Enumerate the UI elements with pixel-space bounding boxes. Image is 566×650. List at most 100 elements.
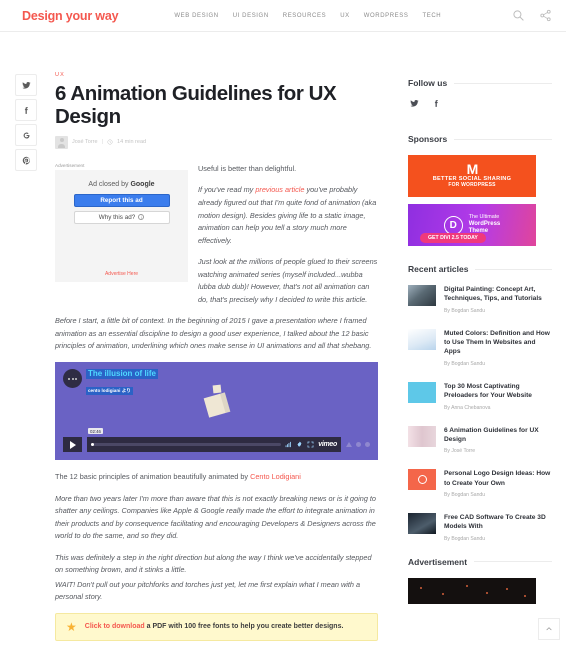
scroll-to-top-button[interactable] [538,618,560,640]
ad-closed-text: Ad closed by Google [88,181,154,188]
list-item-body: Free CAD Software To Create 3D Models Wi… [444,513,552,542]
vimeo-logo[interactable]: vimeo [318,441,337,448]
previous-article-link[interactable]: previous article [255,185,304,194]
recent-article-author: By Bogdan Sandu [444,491,486,498]
page-title: 6 Animation Guidelines for UX Design [55,82,337,128]
paragraph-3: Just look at the millions of people glue… [198,257,378,304]
more-dot-icon[interactable] [365,442,370,448]
author-name[interactable]: José Torre [72,139,98,145]
article-thumbnail [408,285,436,306]
list-item-body: 6 Animation Guidelines for UX Design By … [444,426,552,455]
twitter-icon[interactable] [410,99,419,108]
monarch-line-2: FOR WORDPRESS [448,182,496,189]
facebook-icon[interactable] [432,99,441,108]
nav-item-tech[interactable]: TECH [422,13,441,19]
list-item[interactable]: Digital Painting: Concept Art, Technique… [408,285,552,314]
vimeo-video-player[interactable]: The illusion of life cento lodigiani より … [55,362,378,461]
share-triangle-icon[interactable] [346,442,352,448]
site-header: Design your way WEB DESIGN UI DESIGN RES… [0,0,566,32]
nav-item-ux[interactable]: UX [340,13,350,19]
share-facebook-button[interactable] [15,99,37,121]
volume-icon[interactable] [285,441,292,448]
recent-article-title[interactable]: 6 Animation Guidelines for UX Design [444,426,552,445]
heading-rule [475,268,552,270]
share-icon[interactable] [539,9,552,22]
video-title[interactable]: The illusion of life [86,369,158,380]
recent-article-title[interactable]: Free CAD Software To Create 3D Models Wi… [444,513,552,532]
cube-lid-graphic [212,385,221,394]
nav-item-web-design[interactable]: WEB DESIGN [174,13,218,19]
sponsor-divi-banner[interactable]: D The Ultimate WordPress Theme GET DIVI … [408,204,536,246]
recent-article-author: By Bogdan Sandu [444,307,486,314]
sponsor-monarch-banner[interactable]: M BETTER SOCIAL SHARING FOR WORDPRESS [408,155,536,197]
nav-item-resources[interactable]: RESOURCES [283,13,326,19]
twitter-icon [21,81,31,89]
fullscreen-icon[interactable] [307,441,314,448]
video-controls: 02:46 vimeo [63,428,370,453]
list-item[interactable]: Free CAD Software To Create 3D Models Wi… [408,512,552,542]
list-item[interactable]: Personal Logo Design Ideas: How to Creat… [408,469,552,498]
site-logo[interactable]: Design your way [22,9,119,23]
cento-lodigiani-link[interactable]: Cento Lodigiani [250,472,301,481]
paragraph-2-before: If you've read my [198,185,256,195]
avatar [55,135,68,149]
sponsors-heading: Sponsors [408,134,552,144]
recent-article-title[interactable]: Personal Logo Design Ideas: How to Creat… [444,469,552,488]
play-button[interactable] [63,437,82,453]
ad-closed-prefix: Ad closed by [88,180,131,188]
article-thumbnail [408,512,436,534]
advertise-here-link[interactable]: Advertise Here [55,271,188,277]
scrubber-wrapper: 02:46 vimeo [87,428,341,453]
sponsors-title: Sponsors [408,134,448,144]
heading-rule [474,561,552,563]
video-title-badge: The illusion of life cento lodigiani より [63,369,158,397]
nav-item-wordpress[interactable]: WORDPRESS [364,13,409,19]
scrubber-bar[interactable]: vimeo [87,437,341,453]
why-this-ad-label: Why this ad? [98,213,136,221]
recent-articles-section: Recent articles Digital Painting: Concep… [408,264,552,542]
ad-label: Advertisement [55,162,85,168]
progress-track[interactable] [91,443,282,447]
share-google-plus-button[interactable] [15,124,37,146]
video-author[interactable]: cento lodigiani より [86,387,133,396]
nav-item-ui-design[interactable]: UI DESIGN [233,13,269,19]
why-this-ad-button[interactable]: Why this ad? i [73,210,170,224]
list-item[interactable]: Top 30 Most Captivating Preloaders for Y… [408,381,552,411]
search-icon[interactable] [512,9,525,22]
like-dot-icon[interactable] [356,442,361,448]
recent-article-title[interactable]: Top 30 Most Captivating Preloaders for Y… [444,382,552,401]
list-item-body: Muted Colors: Definition and How to Use … [444,329,552,367]
sidebar-ad-banner[interactable] [408,577,536,604]
article-column: UX 6 Animation Guidelines for UX Design … [52,32,400,650]
recent-article-title[interactable]: Digital Painting: Concept Art, Technique… [444,285,552,304]
recent-articles-heading: Recent articles [408,264,552,274]
heading-rule [454,138,552,140]
article-category[interactable]: UX [55,72,378,78]
ad-body: Ad closed by Google Report this ad Why t… [55,169,188,282]
social-share-rail [0,32,52,650]
article-thumbnail [408,425,436,447]
cta-link[interactable]: Click to download [85,623,145,630]
heading-rule [454,82,552,84]
google-plus-icon [23,132,29,138]
recent-article-title[interactable]: Muted Colors: Definition and How to Use … [444,329,552,357]
video-caption: The 12 basic principles of animation bea… [55,471,378,484]
share-pinterest-button[interactable] [15,149,37,171]
list-item[interactable]: 6 Animation Guidelines for UX Design By … [408,425,552,455]
info-icon: i [138,214,145,221]
recent-article-author: By Bogdan Sandu [444,535,486,542]
monarch-logo: M [466,160,479,177]
divi-cta-button[interactable]: GET DIVI 2.5 TODAY [420,233,486,243]
channel-avatar-icon [63,369,82,389]
list-item[interactable]: Muted Colors: Definition and How to Use … [408,328,552,367]
intro-text: Useful is better than delightful. If you… [198,163,378,315]
caption-before: The 12 basic principles of animation bea… [55,472,251,482]
settings-gear-icon[interactable] [296,441,303,448]
download-cta-banner[interactable]: ★ Click to download a PDF with 100 free … [55,612,378,641]
cta-text: Click to download a PDF with 100 free fo… [85,623,344,630]
report-this-ad-button[interactable]: Report this ad [73,193,170,207]
divi-logo: D [443,215,463,235]
list-item-body: Top 30 Most Captivating Preloaders for Y… [444,382,552,411]
page-body: UX 6 Animation Guidelines for UX Design … [0,32,566,650]
share-twitter-button[interactable] [15,74,37,96]
